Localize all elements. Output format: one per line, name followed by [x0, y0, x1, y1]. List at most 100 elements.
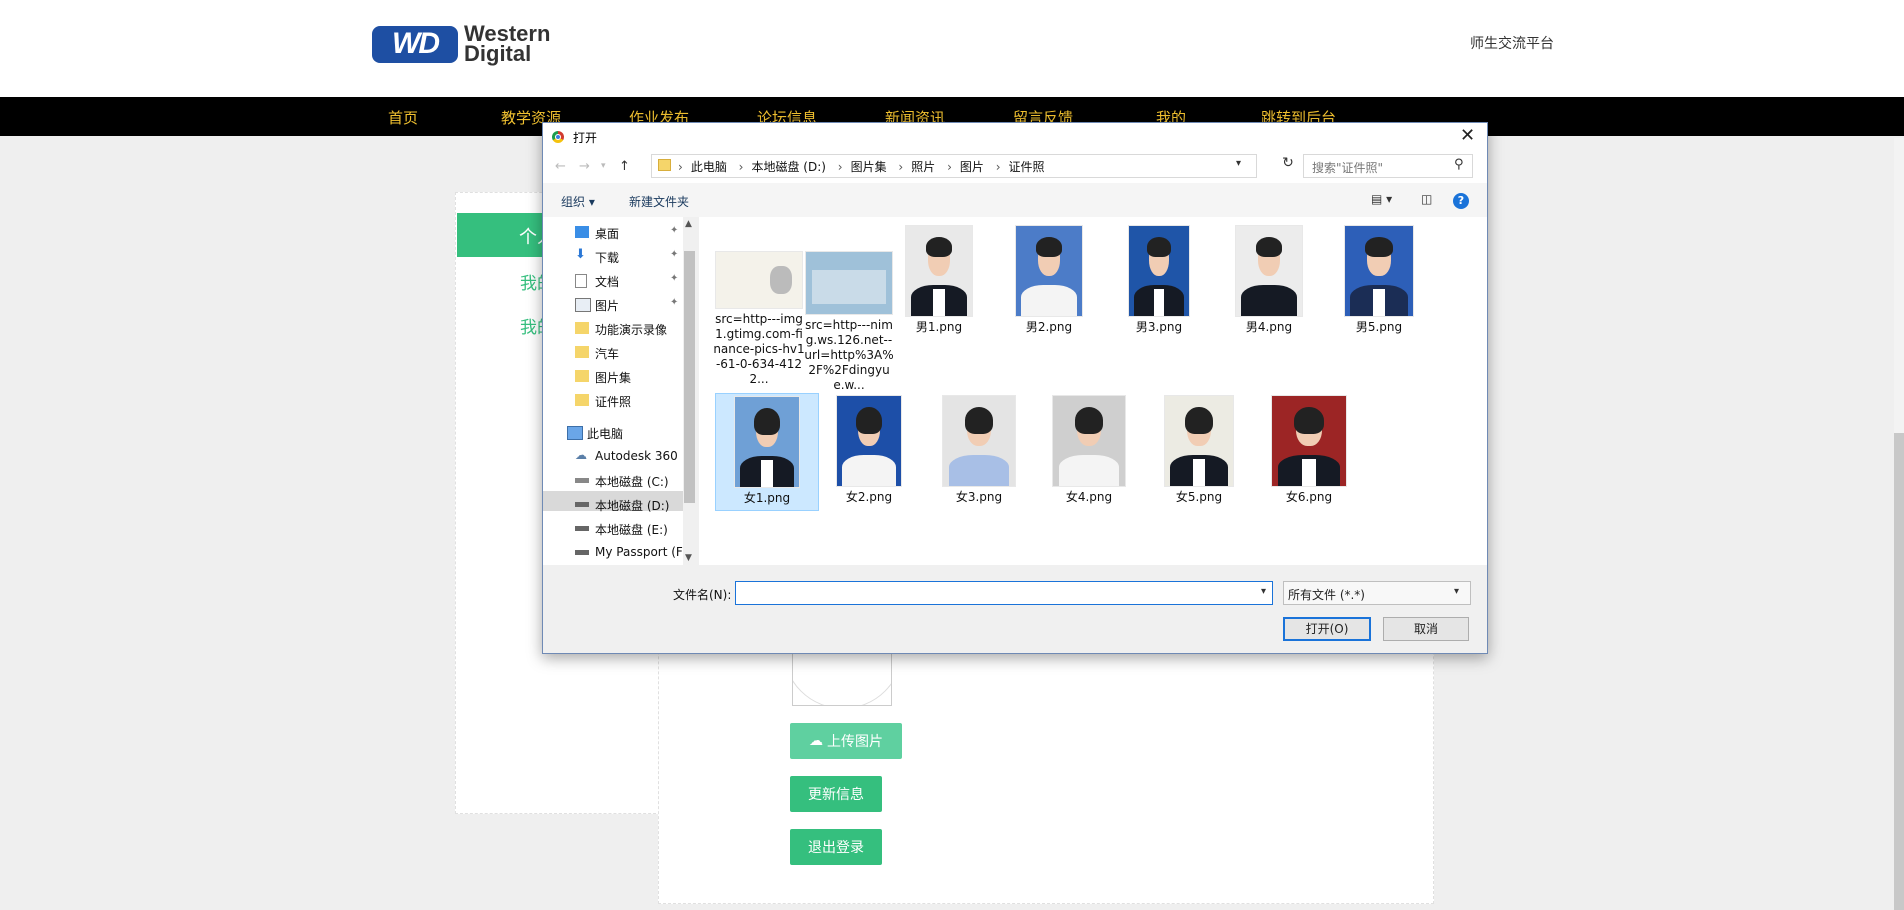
file-item[interactable]: 女6.png [1263, 395, 1355, 505]
nav-desktop[interactable]: 桌面 [575, 225, 619, 242]
desktop-icon [575, 226, 589, 238]
navigation-pane: 桌面 ✦ ⬇ 下载 ✦ 文档 ✦ 图片 ✦ 功能演示录像 汽车 图片集 证件照 此… [543, 217, 696, 565]
file-item-selected[interactable]: 女1.png [715, 393, 819, 511]
photo-thumbnail [1271, 395, 1347, 487]
address-dropdown-icon[interactable]: ▾ [1236, 158, 1241, 169]
recent-locations-icon[interactable]: ▾ [601, 161, 606, 171]
filetype-value: 所有文件 (*.*) [1288, 588, 1365, 602]
close-icon[interactable]: ✕ [1460, 125, 1475, 146]
file-item[interactable]: 女3.png [933, 395, 1025, 505]
nav-drive-d[interactable]: 本地磁盘 (D:) [575, 497, 669, 514]
nav-demo-recordings[interactable]: 功能演示录像 [575, 321, 667, 338]
page-scrollbar-thumb[interactable] [1894, 433, 1904, 910]
chrome-icon [552, 131, 564, 143]
file-item[interactable]: 男2.png [1003, 225, 1095, 335]
file-item[interactable]: 男5.png [1333, 225, 1425, 335]
filename-input[interactable]: ▾ [735, 581, 1273, 605]
crumb-photos[interactable]: 照片 [911, 160, 935, 174]
file-name: src=http---img1.gtimg.com-finance-pics-h… [713, 312, 805, 386]
photo-thumbnail [1128, 225, 1190, 317]
photo-thumbnail [836, 395, 902, 487]
site-header: WD Western Digital 师生交流平台 [0, 0, 1904, 97]
photo-thumbnail [1015, 225, 1083, 317]
filetype-dropdown-icon[interactable]: ▾ [1454, 586, 1459, 597]
logout-button[interactable]: 退出登录 [790, 829, 882, 865]
nav-drive-e[interactable]: 本地磁盘 (E:) [575, 521, 668, 538]
crumb-drive-d[interactable]: 本地磁盘 (D:) [751, 160, 825, 174]
file-item[interactable]: 男3.png [1113, 225, 1205, 335]
search-input[interactable]: 搜索"证件照" ⚲ [1303, 154, 1473, 178]
preview-pane-icon[interactable]: ◫ [1421, 192, 1432, 206]
up-arrow-icon[interactable]: ↑ [619, 159, 630, 174]
crumb-picture-collection[interactable]: 图片集 [851, 160, 887, 174]
crumb-id-photos[interactable]: 证件照 [1009, 160, 1045, 174]
logo-text: Western Digital [464, 21, 551, 66]
file-item[interactable]: src=http---img1.gtimg.com-finance-pics-h… [713, 251, 805, 387]
drive-icon [575, 478, 589, 483]
nav-id-photos[interactable]: 证件照 [575, 393, 631, 410]
file-item[interactable]: 男4.png [1223, 225, 1315, 335]
open-file-dialog: 打开 ✕ ← → ▾ ↑ › 此电脑 › 本地磁盘 (D:) › 图片集 › 照片 › 图… [542, 122, 1488, 654]
file-item[interactable]: 男1.png [893, 225, 985, 335]
forward-arrow-icon[interactable]: → [579, 159, 590, 174]
nav-home[interactable]: 首页 [388, 107, 418, 128]
cancel-button[interactable]: 取消 [1383, 617, 1469, 641]
photo-thumbnail [1052, 395, 1126, 487]
search-placeholder: 搜索"证件照" [1312, 161, 1384, 175]
filetype-select[interactable]: 所有文件 (*.*) ▾ [1283, 581, 1471, 605]
drive-icon [575, 550, 589, 555]
file-item[interactable]: src=http---nimg.ws.126.net--url=http%3A%… [803, 251, 895, 393]
nav-picture-collection[interactable]: 图片集 [575, 369, 631, 386]
platform-name: 师生交流平台 [1470, 36, 1554, 52]
back-arrow-icon[interactable]: ← [555, 159, 566, 174]
nav-downloads[interactable]: ⬇ 下载 [575, 247, 619, 266]
crumb-pictures[interactable]: 图片 [960, 160, 984, 174]
nav-pane-scrollbar[interactable]: ▲ ▼ [683, 217, 696, 565]
folder-icon [575, 346, 589, 358]
file-name: src=http---nimg.ws.126.net--url=http%3A%… [804, 318, 894, 392]
western-digital-logo[interactable]: WD Western Digital [372, 21, 551, 66]
nav-pictures[interactable]: 图片 [575, 297, 619, 314]
scroll-down-icon[interactable]: ▼ [685, 553, 692, 563]
id-card-thumbnail [715, 251, 803, 309]
pin-icon: ✦ [670, 297, 679, 308]
file-name: 男1.png [915, 320, 963, 334]
address-bar[interactable]: › 此电脑 › 本地磁盘 (D:) › 图片集 › 照片 › 图片 › 证件照 ▾ [651, 154, 1257, 178]
dialog-toolbar: 组织 ▾ 新建文件夹 ▤ ▾ ◫ ? [543, 183, 1487, 217]
file-name: 男4.png [1245, 320, 1293, 334]
nav-this-pc[interactable]: 此电脑 [567, 425, 623, 442]
photo-thumbnail [1344, 225, 1414, 317]
file-list: src=http---img1.gtimg.com-finance-pics-h… [699, 217, 1487, 565]
nav-autodesk-360[interactable]: ☁ Autodesk 360 [575, 448, 678, 463]
page-scrollbar[interactable] [1894, 138, 1904, 910]
crumb-this-pc[interactable]: 此电脑 [691, 160, 727, 174]
nav-my-passport[interactable]: My Passport (F [575, 545, 683, 559]
scroll-up-icon[interactable]: ▲ [685, 219, 692, 229]
refresh-icon[interactable]: ↻ [1278, 155, 1298, 177]
new-folder-button[interactable]: 新建文件夹 [629, 193, 689, 210]
computer-icon [567, 426, 583, 440]
file-name: 女6.png [1285, 490, 1333, 504]
open-button[interactable]: 打开(O) [1283, 617, 1371, 641]
nav-cars[interactable]: 汽车 [575, 345, 619, 362]
update-info-button[interactable]: 更新信息 [790, 776, 882, 812]
nav-documents[interactable]: 文档 [575, 273, 619, 290]
help-icon[interactable]: ? [1453, 193, 1469, 209]
document-icon [575, 274, 587, 288]
file-name: 女2.png [845, 490, 893, 504]
file-item[interactable]: 女2.png [823, 395, 915, 505]
dialog-footer: 文件名(N): ▾ 所有文件 (*.*) ▾ 打开(O) 取消 [543, 565, 1487, 653]
file-item[interactable]: 女4.png [1043, 395, 1135, 505]
folder-icon [658, 159, 671, 171]
pin-icon: ✦ [670, 273, 679, 284]
download-icon: ⬇ [575, 247, 586, 262]
nav-pane-scrollbar-thumb[interactable] [684, 251, 695, 503]
nav-drive-c[interactable]: 本地磁盘 (C:) [575, 473, 669, 490]
dialog-titlebar: 打开 ✕ [543, 123, 1487, 151]
view-options-icon[interactable]: ▤ ▾ [1371, 192, 1392, 206]
organize-button[interactable]: 组织 ▾ [561, 193, 595, 210]
upload-image-button[interactable]: ☁ 上传图片 [790, 723, 902, 759]
search-icon[interactable]: ⚲ [1454, 157, 1464, 172]
file-item[interactable]: 女5.png [1153, 395, 1245, 505]
filename-dropdown-icon[interactable]: ▾ [1261, 586, 1266, 597]
